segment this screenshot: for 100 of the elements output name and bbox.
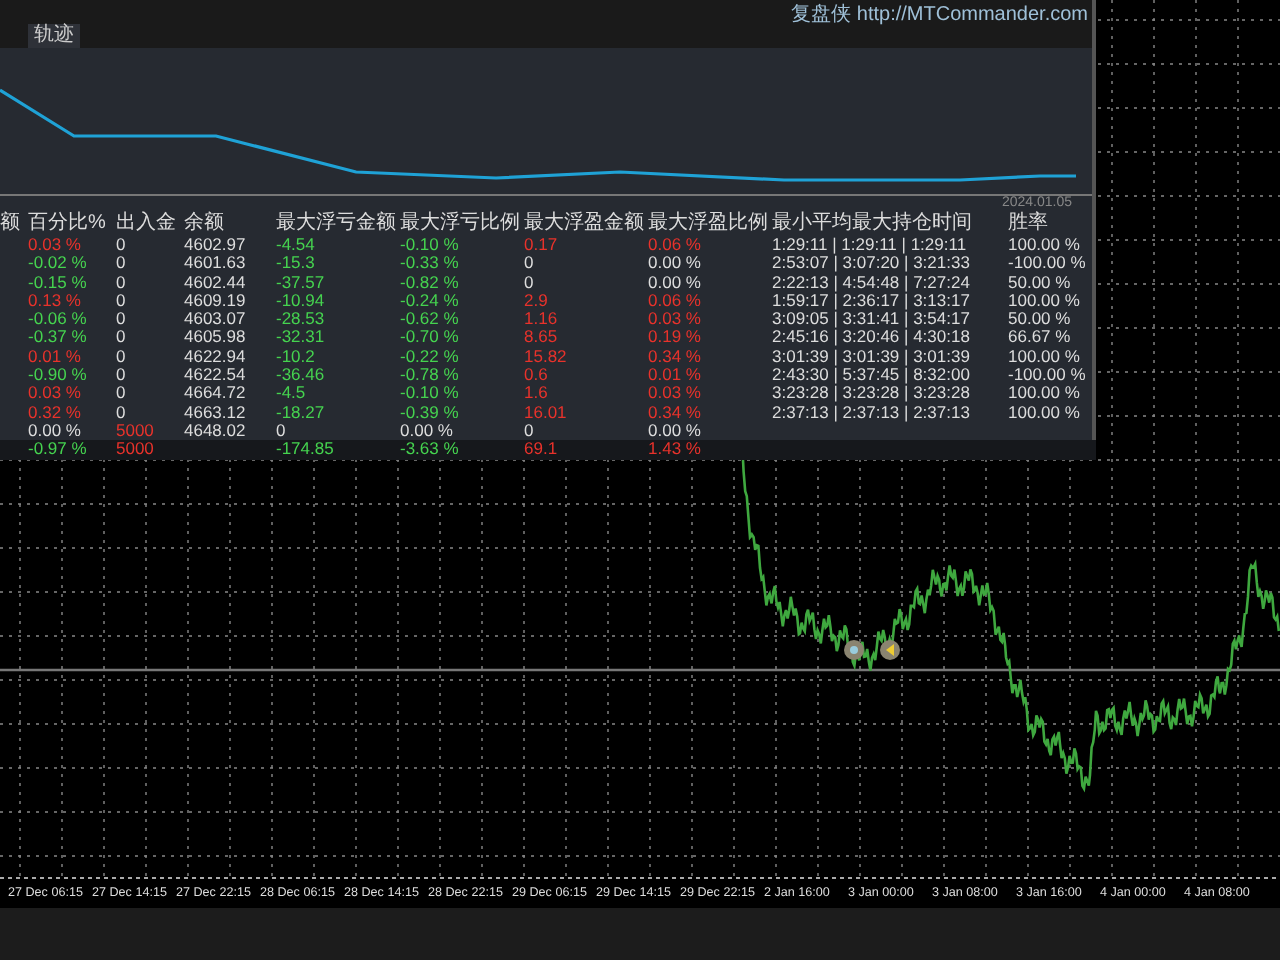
table-cell: -0.24 % [400,289,459,310]
table-cell: -0.39 % [400,401,459,422]
table-cell: 0 [524,252,534,273]
table-cell: 16.01 [524,401,567,422]
table-cell: 0.00 % [400,419,453,440]
table-cell: -0.10 % [400,234,459,254]
column-header: 最大浮盈金额 [524,212,646,236]
table-cell: 2:45:16 | 3:20:46 | 4:30:18 [772,326,970,347]
table-cell: 4602.97 [184,234,246,254]
table-cell: 3:23:28 | 3:23:28 | 3:23:28 [772,382,970,403]
table-cell: -0.90 % [28,364,87,385]
total-cell: -3.63 % [400,438,459,459]
table-cell: 1.6 [524,382,548,403]
table-cell: 0.32 % [28,401,81,422]
table-cell: 0 [116,326,126,347]
column-header: 最大浮亏比例 [400,212,522,236]
column-header: 余额 [184,212,226,236]
table-cell: 0 [276,419,286,440]
table-cell: -15.3 [276,252,315,273]
table-cell: 0.19 % [648,326,701,347]
table-cell: 0.03 % [28,234,81,254]
table-cell: -18.27 [276,401,325,422]
column-header: 胜率 [1008,212,1050,236]
table-cell: 0 [116,234,126,254]
table-cell: 0.03 % [648,308,701,329]
trade-marker-icon[interactable] [844,640,864,660]
total-cell: 5000 [116,438,154,459]
table-cell: 0.00 % [648,252,701,273]
table-cell: 2:22:13 | 4:54:48 | 7:27:24 [772,271,970,292]
table-cell: -0.78 % [400,364,459,385]
table-cell: 2:37:13 | 2:37:13 | 2:37:13 [772,401,970,422]
table-cell: 0.01 % [648,364,701,385]
table-cell: 4664.72 [184,382,246,403]
table-cell: -4.54 [276,234,315,254]
table-cell: -10.2 [276,345,315,366]
table-cell: -0.10 % [400,382,459,403]
table-cell: 0 [116,308,126,329]
table-cell: -0.62 % [400,308,459,329]
table-cell: 50.00 % [1008,308,1071,329]
brand-name: 复盘侠 [791,4,852,26]
column-header: 最小平均最大持仓时间 [772,212,974,236]
total-cell: -0.97 % [28,438,87,459]
table-cell: 2:53:07 | 3:07:20 | 3:21:33 [772,252,970,273]
table-cell: 4648.02 [184,419,246,440]
table-cell: 0 [116,382,126,403]
table-cell: 50.00 % [1008,271,1071,292]
table-cell: 0.06 % [648,289,701,310]
table-cell: 0 [524,271,534,292]
table-cell: 4602.44 [184,271,246,292]
table-cell: 0 [116,271,126,292]
total-cell: 69.1 [524,438,558,459]
column-header: 额 [0,212,22,236]
table-cell: 8.65 [524,326,558,347]
table-cell: 0 [116,252,126,273]
table-cell: -32.31 [276,326,325,347]
table-cell: 3:01:39 | 3:01:39 | 3:01:39 [772,345,970,366]
table-cell: -0.22 % [400,345,459,366]
table-cell: 0.03 % [648,382,701,403]
table-cell: -36.46 [276,364,325,385]
trade-marker-icon[interactable] [880,640,900,660]
table-cell: 0.01 % [28,345,81,366]
table-cell: 0.00 % [648,271,701,292]
table-cell: 3:09:05 | 3:31:41 | 3:54:17 [772,308,970,329]
table-cell: 4622.54 [184,364,246,385]
table-cell: 15.82 [524,345,567,366]
table-cell: 100.00 % [1008,234,1080,254]
table-cell: 4663.12 [184,401,246,422]
table-cell: 100.00 % [1008,345,1080,366]
table-cell: 0 [116,289,126,310]
table-cell: 0.34 % [648,401,701,422]
column-header: 最大浮亏金额 [276,212,398,236]
table-cell: 0.34 % [648,345,701,366]
table-cell: 4609.19 [184,289,246,310]
table-cell: 66.67 % [1008,326,1071,347]
table-cell: 0.00 % [648,419,701,440]
table-cell: -0.33 % [400,252,459,273]
table-cell: -4.5 [276,382,306,403]
table-cell: 0.00 % [28,419,81,440]
total-cell: -174.85 [276,438,334,459]
table-cell: 1:59:17 | 2:36:17 | 3:13:17 [772,289,970,310]
brand-url: http://MTCommander.com [856,4,1088,26]
table-cell: -100.00 % [1008,252,1086,273]
table-cell: 0.13 % [28,289,81,310]
table-cell: -28.53 [276,308,325,329]
table-cell: 4601.63 [184,252,246,273]
total-cell: 1.43 % [648,438,701,459]
table-cell: 0.06 % [648,234,701,254]
table-cell: 0.03 % [28,382,81,403]
table-cell: -10.94 [276,289,325,310]
column-header: 最大浮盈比例 [648,212,770,236]
table-cell: 0 [116,401,126,422]
table-cell: 0 [524,419,534,440]
table-cell: -0.82 % [400,271,459,292]
table-cell: 4622.94 [184,345,246,366]
table-cell: 1:29:11 | 1:29:11 | 1:29:11 [772,234,967,254]
table-cell: 0.17 [524,234,558,254]
table-cell: -0.06 % [28,308,87,329]
table-cell: 100.00 % [1008,289,1080,310]
table-cell: -0.70 % [400,326,459,347]
panel-tab[interactable]: 轨迹 [28,24,80,48]
